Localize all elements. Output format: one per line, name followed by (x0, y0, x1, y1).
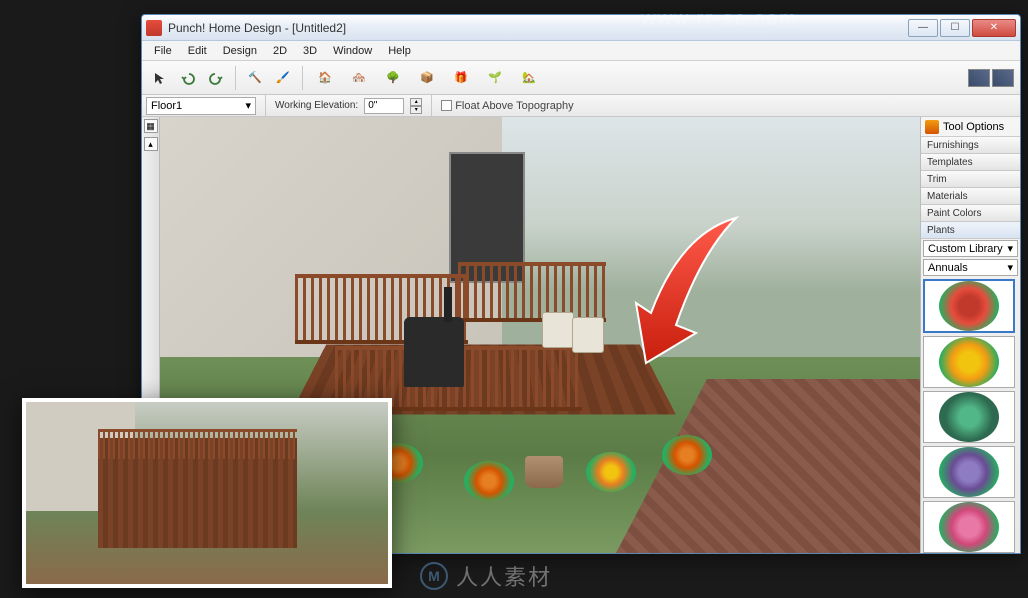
chevron-down-icon: ▾ (1007, 261, 1013, 274)
plant-preview-icon (939, 337, 999, 387)
elevation-input[interactable] (364, 98, 404, 114)
brush-tool-icon[interactable]: 🖌️ (271, 66, 295, 90)
plant-purple-flower-thumb[interactable] (923, 446, 1015, 498)
floor-selector[interactable]: Floor1 ▾ (146, 97, 256, 115)
deck-railing (458, 262, 606, 322)
titlebar[interactable]: Punch! Home Design - [Untitled2] — ☐ ✕ (142, 15, 1020, 41)
toolbar-separator (235, 66, 236, 90)
elevation-spinner[interactable]: ▴▾ (410, 98, 422, 114)
redo-icon[interactable] (204, 66, 228, 90)
menu-edit[interactable]: Edit (180, 43, 215, 59)
window-controls: — ☐ ✕ (906, 19, 1016, 37)
checkbox-icon (441, 100, 452, 111)
roof-tool-icon[interactable]: 🏘️ (344, 65, 374, 91)
tab-trim[interactable]: Trim (921, 171, 1020, 188)
home-tool-icon[interactable]: 🏡 (514, 65, 544, 91)
plant-pink-flower-thumb[interactable] (923, 501, 1015, 553)
panel-header-label: Tool Options (943, 121, 1004, 133)
app-icon (146, 20, 162, 36)
menu-2d[interactable]: 2D (265, 43, 295, 59)
toolbar-separator (302, 66, 303, 90)
chevron-down-icon: ▾ (245, 99, 251, 112)
menubar: File Edit Design 2D 3D Window Help (142, 41, 1020, 61)
menu-file[interactable]: File (146, 43, 180, 59)
viewport-flowers (586, 452, 636, 492)
landscape-tool-icon[interactable]: 🌳 (378, 65, 408, 91)
main-toolbar: 🔨 🖌️ 🏠 🏘️ 🌳 📦 🎁 🌱 🏡 (142, 61, 1020, 95)
plant-thumbnail-list[interactable] (921, 277, 1020, 553)
texture-btn-1[interactable] (968, 69, 990, 87)
category-dropdown-value: Annuals (928, 262, 968, 274)
tab-templates[interactable]: Templates (921, 154, 1020, 171)
floor-selector-value: Floor1 (151, 100, 182, 112)
inset-preview (22, 398, 392, 588)
house-tool-icon[interactable]: 🏠 (310, 65, 340, 91)
float-label: Float Above Topography (455, 100, 573, 112)
plant-green-shrub-thumb[interactable] (923, 391, 1015, 443)
logo-text: 人人素材 (456, 560, 552, 592)
plant-tool-icon[interactable]: 🌱 (480, 65, 510, 91)
logo-icon: M (420, 562, 448, 590)
tab-paint-colors[interactable]: Paint Colors (921, 205, 1020, 222)
menu-design[interactable]: Design (215, 43, 265, 59)
viewport-chair (542, 312, 574, 348)
tab-plants[interactable]: Plants (921, 222, 1020, 239)
menu-3d[interactable]: 3D (295, 43, 325, 59)
library-dropdown-value: Custom Library (928, 243, 1003, 255)
chevron-down-icon: ▾ (1007, 242, 1013, 255)
pointer-tool-icon[interactable] (148, 66, 172, 90)
furniture-tool-icon[interactable]: 🎁 (446, 65, 476, 91)
separator (431, 94, 432, 118)
close-button[interactable]: ✕ (972, 19, 1016, 37)
ruler-toggle-icon[interactable]: ▦ (144, 119, 158, 133)
source-logo: M 人人素材 (420, 560, 552, 592)
right-panel: Tool Options Furnishings Templates Trim … (920, 117, 1020, 553)
library-dropdown[interactable]: Custom Library ▾ (923, 240, 1018, 257)
viewport-planter (525, 456, 563, 488)
plant-red-flower-thumb[interactable] (923, 279, 1015, 333)
preview-railing (98, 429, 297, 459)
plant-preview-icon (939, 447, 999, 497)
float-topography-checkbox[interactable]: Float Above Topography (441, 100, 573, 112)
undo-icon[interactable] (176, 66, 200, 90)
minimize-button[interactable]: — (908, 19, 938, 37)
viewport-chair (572, 317, 604, 353)
plant-yellow-flower-thumb[interactable] (923, 336, 1015, 388)
plant-preview-icon (939, 392, 999, 442)
ruler-scroll-up-icon[interactable]: ▴ (144, 137, 158, 151)
watermark-text: www.rr-sc.com (641, 8, 798, 31)
viewport-flowers (662, 435, 712, 475)
texture-toggle-group (968, 69, 1014, 87)
panel-header: Tool Options (921, 117, 1020, 137)
cube-tool-icon[interactable]: 📦 (412, 65, 442, 91)
tab-materials[interactable]: Materials (921, 188, 1020, 205)
menu-help[interactable]: Help (380, 43, 419, 59)
plant-preview-icon (939, 502, 999, 552)
viewport-grill (404, 317, 464, 387)
tab-furnishings[interactable]: Furnishings (921, 137, 1020, 154)
elevation-label: Working Elevation: (275, 100, 358, 111)
options-bar: Floor1 ▾ Working Elevation: ▴▾ Float Abo… (142, 95, 1020, 117)
plant-preview-icon (939, 281, 999, 331)
texture-btn-2[interactable] (992, 69, 1014, 87)
category-dropdown[interactable]: Annuals ▾ (923, 259, 1018, 276)
maximize-button[interactable]: ☐ (940, 19, 970, 37)
hammer-tool-icon[interactable]: 🔨 (243, 66, 267, 90)
panel-header-icon (925, 120, 939, 134)
menu-window[interactable]: Window (325, 43, 380, 59)
separator (265, 94, 266, 118)
viewport-flowers (464, 461, 514, 501)
